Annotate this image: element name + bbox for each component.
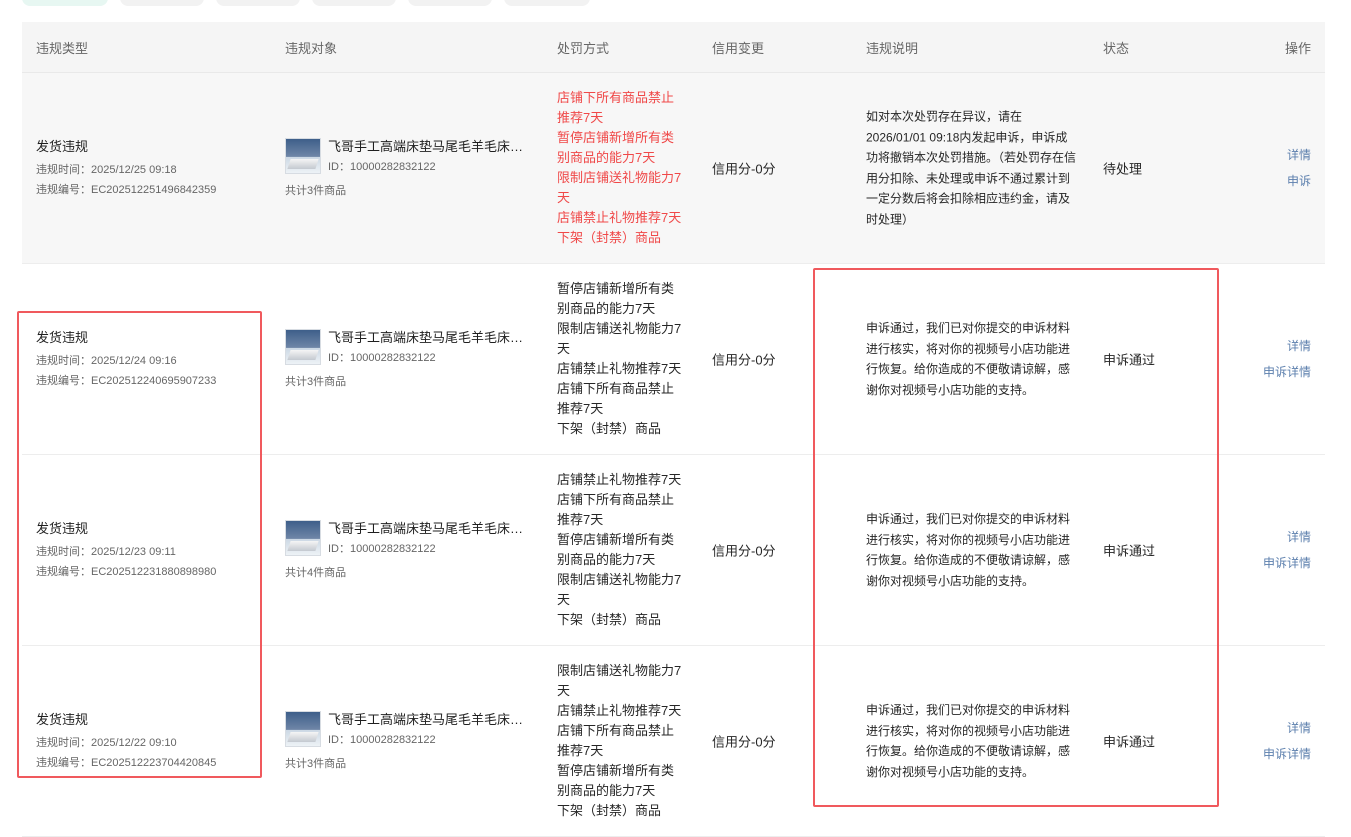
credit-change: 信用分-0分 [712, 161, 776, 177]
penalty-line: 暂停店铺新增所有类 [557, 763, 675, 778]
filter-tabs [22, 0, 590, 6]
violation-description: 如对本次处罚存在异议，请在2026/01/01 09:18内发起申诉，申诉成功将… [866, 109, 1077, 227]
header-violation-desc: 违规说明 [866, 40, 919, 56]
violation-object-cell: 飞哥手工高端床垫马尾毛羊毛床垫席梦思乳胶床垫 ID：10000282832122… [285, 329, 545, 389]
header-status: 状态 [1103, 40, 1130, 56]
penalty-line: 店铺下所有商品禁止 [557, 90, 675, 105]
detail-link[interactable]: 详情 [1231, 524, 1311, 550]
header-penalty: 处罚方式 [557, 40, 610, 56]
penalty-cell: 限制店铺送礼物能力7 天店铺禁止礼物推荐7天 店铺下所有商品禁止 推荐7天暂停店铺新增… [557, 661, 685, 821]
penalty-line: 推荐7天 [557, 401, 604, 416]
penalty-line: 推荐7天 [557, 743, 604, 758]
appeal-detail-link[interactable]: 申诉详情 [1231, 550, 1311, 576]
penalty-line: 天 [557, 683, 571, 698]
violation-object-cell: 飞哥手工高端床垫马尾毛羊毛床垫席梦思乳胶床垫 ID：10000282832122… [285, 520, 545, 580]
filter-tab[interactable] [22, 0, 108, 6]
penalty-line: 暂停店铺新增所有类 [557, 281, 675, 296]
violation-time: 违规时间：2025/12/25 09:18 [36, 164, 177, 176]
highlight-box-right [813, 268, 1219, 807]
appeal-detail-link[interactable]: 申诉详情 [1231, 741, 1311, 767]
header-violation-object: 违规对象 [285, 40, 338, 56]
product-id: ID：10000282832122 [328, 734, 436, 746]
penalty-line: 别商品的能力7天 [557, 552, 656, 567]
appeal-link[interactable]: 申诉 [1231, 168, 1311, 194]
product-count: 共计3件商品 [285, 376, 347, 388]
penalty-line: 天 [557, 190, 571, 205]
penalty-line: 天 [557, 341, 571, 356]
penalty-cell: 店铺禁止礼物推荐7天 店铺下所有商品禁止 推荐7天暂停店铺新增所有类 别商品的能力7天… [557, 470, 685, 630]
filter-tab[interactable] [408, 0, 492, 6]
header-violation-type: 违规类型 [36, 40, 89, 56]
product-count: 共计3件商品 [285, 758, 347, 770]
product-thumbnail[interactable] [285, 520, 321, 556]
filter-tab[interactable] [504, 0, 590, 6]
violation-object-cell: 飞哥手工高端床垫马尾毛羊毛床垫席梦思乳胶床垫 ID：10000282832122… [285, 138, 545, 198]
table-header: 违规类型 违规对象 处罚方式 信用变更 违规说明 状态 操作 [22, 22, 1325, 73]
penalty-line: 天 [557, 592, 571, 607]
penalty-line: 店铺禁止礼物推荐7天 [557, 703, 682, 718]
detail-link[interactable]: 详情 [1231, 142, 1311, 168]
penalty-cell: 暂停店铺新增所有类 别商品的能力7天限制店铺送礼物能力7 天店铺禁止礼物推荐7天 店铺… [557, 279, 685, 439]
detail-link[interactable]: 详情 [1231, 333, 1311, 359]
highlight-box-left [17, 311, 262, 778]
penalty-line: 别商品的能力7天 [557, 783, 656, 798]
penalty-line: 限制店铺送礼物能力7 [557, 321, 682, 336]
penalty-line: 店铺下所有商品禁止 [557, 381, 675, 396]
penalty-line: 下架（封禁）商品 [557, 230, 662, 245]
product-id: ID：10000282832122 [328, 543, 436, 555]
penalty-line: 限制店铺送礼物能力7 [557, 170, 682, 185]
violation-type-cell: 发货违规 违规时间：2025/12/25 09:18 违规编号：EC202512… [36, 136, 271, 200]
penalty-cell: 店铺下所有商品禁止 推荐7天暂停店铺新增所有类 别商品的能力7天限制店铺送礼物能力7… [557, 88, 685, 248]
filter-tab[interactable] [120, 0, 204, 6]
penalty-line: 推荐7天 [557, 110, 604, 125]
violation-object-cell: 飞哥手工高端床垫马尾毛羊毛床垫席梦思乳胶床垫 ID：10000282832122… [285, 711, 545, 771]
violation-type: 发货违规 [36, 139, 89, 154]
status-text: 待处理 [1103, 161, 1143, 177]
product-thumbnail[interactable] [285, 711, 321, 747]
penalty-line: 下架（封禁）商品 [557, 803, 662, 818]
product-name[interactable]: 飞哥手工高端床垫马尾毛羊毛床垫席梦思乳胶床垫 [328, 520, 528, 538]
product-id: ID：10000282832122 [328, 161, 436, 173]
penalty-line: 限制店铺送礼物能力7 [557, 663, 682, 678]
header-credit-change: 信用变更 [712, 40, 765, 56]
violation-code: 违规编号：EC202512251496842359 [36, 184, 217, 196]
product-name[interactable]: 飞哥手工高端床垫马尾毛羊毛床垫席梦思乳胶床垫 [328, 138, 528, 156]
penalty-line: 店铺禁止礼物推荐7天 [557, 210, 682, 225]
product-thumbnail[interactable] [285, 138, 321, 174]
operation-cell: 详情 申诉详情 [1231, 333, 1311, 385]
operation-cell: 详情 申诉 [1231, 142, 1311, 194]
table-row: 发货违规 违规时间：2025/12/25 09:18 违规编号：EC202512… [22, 73, 1325, 264]
penalty-line: 别商品的能力7天 [557, 301, 656, 316]
penalty-line: 暂停店铺新增所有类 [557, 532, 675, 547]
filter-tab[interactable] [216, 0, 300, 6]
penalty-line: 店铺下所有商品禁止 [557, 492, 675, 507]
penalty-line: 暂停店铺新增所有类 [557, 130, 675, 145]
detail-link[interactable]: 详情 [1231, 715, 1311, 741]
product-thumbnail[interactable] [285, 329, 321, 365]
operation-cell: 详情 申诉详情 [1231, 524, 1311, 576]
penalty-line: 店铺下所有商品禁止 [557, 723, 675, 738]
penalty-line: 店铺禁止礼物推荐7天 [557, 472, 682, 487]
penalty-line: 限制店铺送礼物能力7 [557, 572, 682, 587]
operation-cell: 详情 申诉详情 [1231, 715, 1311, 767]
product-count: 共计4件商品 [285, 567, 347, 579]
product-name[interactable]: 飞哥手工高端床垫马尾毛羊毛床垫席梦思乳胶床垫 [328, 329, 528, 347]
appeal-detail-link[interactable]: 申诉详情 [1231, 359, 1311, 385]
penalty-line: 店铺禁止礼物推荐7天 [557, 361, 682, 376]
filter-tab[interactable] [312, 0, 396, 6]
penalty-line: 下架（封禁）商品 [557, 421, 662, 436]
product-count: 共计3件商品 [285, 185, 347, 197]
penalty-line: 推荐7天 [557, 512, 604, 527]
penalty-line: 别商品的能力7天 [557, 150, 656, 165]
product-name[interactable]: 飞哥手工高端床垫马尾毛羊毛床垫席梦思乳胶床垫 [328, 711, 528, 729]
header-operation: 操作 [1284, 40, 1311, 56]
penalty-line: 下架（封禁）商品 [557, 612, 662, 627]
product-id: ID：10000282832122 [328, 352, 436, 364]
